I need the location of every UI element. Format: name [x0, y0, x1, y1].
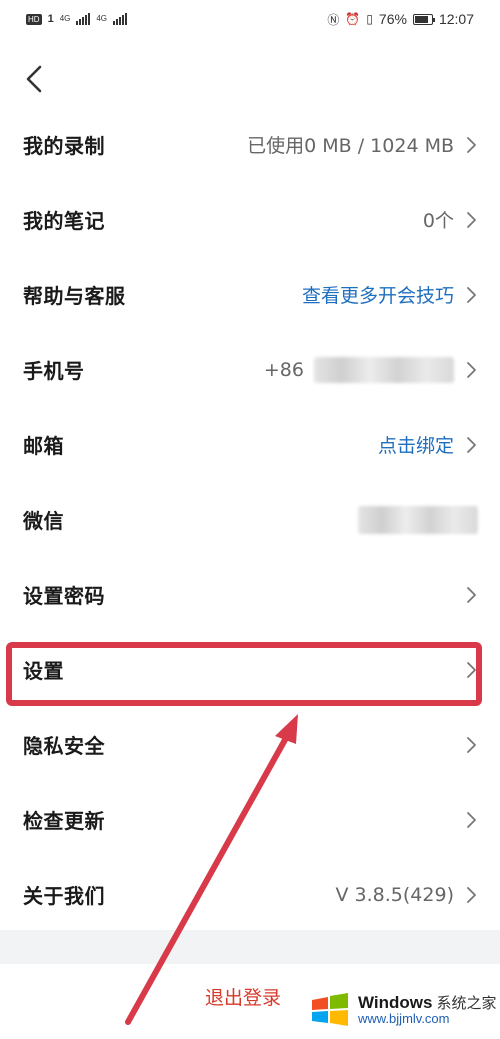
- chevron-right-icon: [464, 660, 478, 680]
- row-my-recordings[interactable]: 我的录制 已使用0 MB / 1024 MB: [0, 107, 500, 182]
- chevron-left-icon: [26, 65, 42, 93]
- battery-icon: [412, 13, 435, 25]
- row-email[interactable]: 邮箱 点击绑定: [0, 407, 500, 482]
- back-button[interactable]: [22, 62, 48, 96]
- row-label: 设置密码: [23, 584, 105, 608]
- signal-icon-2: [113, 13, 128, 25]
- row-value-link[interactable]: 点击绑定: [378, 431, 454, 458]
- watermark-url: www.bjjmlv.com: [358, 1011, 450, 1027]
- status-left: HD 1 4G 4G: [26, 13, 128, 25]
- row-right: 查看更多开会技巧: [302, 281, 478, 308]
- row-label: 帮助与客服: [23, 284, 126, 308]
- section-separator: [0, 930, 500, 964]
- row-right: [464, 810, 478, 830]
- row-right: [464, 660, 478, 680]
- row-my-notes[interactable]: 我的笔记 0个: [0, 182, 500, 257]
- network-type-1: 4G: [59, 14, 71, 23]
- version-label: V 3.8.5(429): [335, 883, 454, 906]
- nfc-icon: Ⓝ: [327, 12, 340, 27]
- row-label: 邮箱: [23, 434, 64, 458]
- clock: 12:07: [438, 11, 474, 27]
- row-value-link[interactable]: 查看更多开会技巧: [302, 281, 454, 308]
- logout-label: 退出登录: [205, 987, 282, 1009]
- row-value: 已使用0 MB / 1024 MB: [247, 135, 454, 157]
- row-label: 隐私安全: [23, 734, 105, 758]
- row-label: 手机号: [23, 359, 85, 383]
- chevron-right-icon: [464, 135, 478, 155]
- row-right: V 3.8.5(429): [336, 884, 478, 906]
- row-label: 我的笔记: [23, 209, 105, 233]
- watermark-brand: Windows: [358, 993, 433, 1013]
- battery-percent: 76%: [378, 11, 407, 27]
- vibrate-icon: ▯: [366, 12, 373, 26]
- signal-icon: [76, 13, 91, 25]
- row-label: 我的录制: [23, 134, 105, 158]
- status-bar: HD 1 4G 4G Ⓝ ⏰ ▯ 76% 12:07: [0, 0, 500, 38]
- watermark: Windows 系统之家 www.bjjmlv.com: [308, 984, 500, 1036]
- watermark-title: Windows 系统之家: [358, 994, 496, 1012]
- row-label: 设置: [23, 659, 64, 683]
- row-right: 0个: [423, 206, 478, 233]
- watermark-subtitle: 系统之家: [436, 995, 497, 1013]
- row-set-password[interactable]: 设置密码: [0, 557, 500, 632]
- status-right: Ⓝ ⏰ ▯ 76% 12:07: [327, 11, 474, 28]
- row-about-us[interactable]: 关于我们 V 3.8.5(429): [0, 857, 500, 932]
- chevron-right-icon: [464, 885, 478, 905]
- row-right: +86: [263, 356, 478, 383]
- chevron-right-icon: [464, 210, 478, 230]
- chevron-right-icon: [464, 435, 478, 455]
- network-type-2: 4G: [96, 14, 108, 23]
- row-privacy-security[interactable]: 隐私安全: [0, 707, 500, 782]
- chevron-right-icon: [464, 285, 478, 305]
- hd-badge: HD: [26, 13, 42, 25]
- chevron-right-icon: [464, 585, 478, 605]
- row-value: +86: [263, 358, 304, 381]
- row-right: 已使用0 MB / 1024 MB: [247, 131, 478, 158]
- row-help-support[interactable]: 帮助与客服 查看更多开会技巧: [0, 257, 500, 332]
- windows-logo-icon: [312, 993, 348, 1026]
- row-right: 点击绑定: [378, 431, 478, 458]
- redacted-phone: [314, 356, 454, 383]
- row-label: 关于我们: [23, 884, 105, 908]
- redacted-wechat: [358, 505, 478, 534]
- chevron-right-icon: [464, 360, 478, 380]
- row-right: [464, 585, 478, 605]
- row-wechat[interactable]: 微信: [0, 482, 500, 557]
- row-label: 检查更新: [23, 809, 105, 833]
- row-right: [358, 505, 478, 534]
- row-label: 微信: [23, 509, 64, 533]
- row-value: 0个: [422, 210, 454, 232]
- chevron-right-icon: [464, 735, 478, 755]
- watermark-text: Windows 系统之家 www.bjjmlv.com: [358, 994, 496, 1025]
- row-right: [464, 735, 478, 755]
- row-phone-number[interactable]: 手机号 +86: [0, 332, 500, 407]
- sim1-label: 1: [47, 13, 54, 25]
- row-check-update[interactable]: 检查更新: [0, 782, 500, 857]
- chevron-right-icon: [464, 810, 478, 830]
- settings-list: 我的录制 已使用0 MB / 1024 MB 我的笔记 0个 帮助与客服 查看更…: [0, 107, 500, 932]
- row-settings[interactable]: 设置: [0, 632, 500, 707]
- alarm-icon: ⏰: [345, 12, 361, 26]
